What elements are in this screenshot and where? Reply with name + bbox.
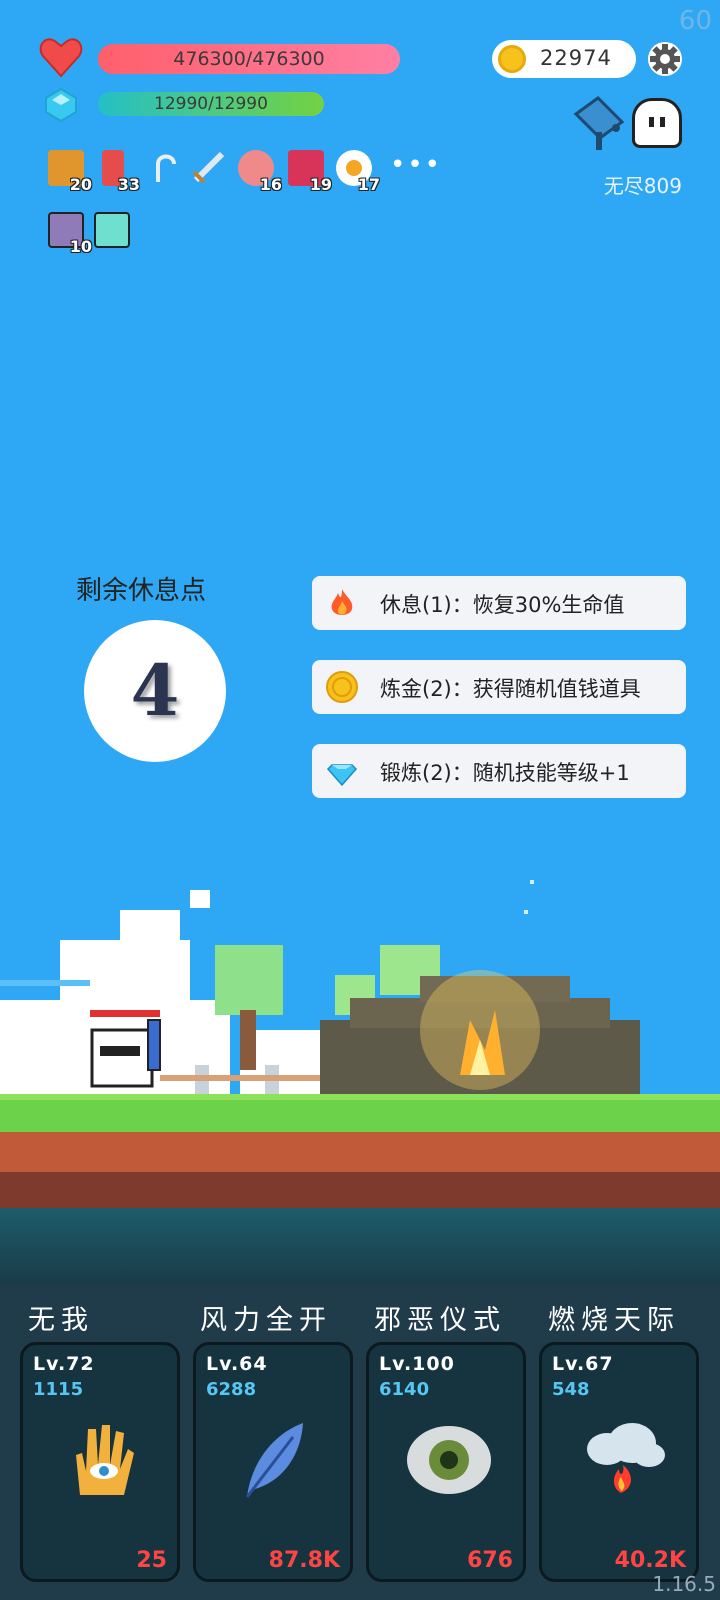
cloud (0, 890, 360, 1100)
hp-bar: 476300/476300 (98, 44, 400, 74)
inventory-count: 19 (309, 175, 332, 194)
option-label: 炼金(2)：获得随机值钱道具 (380, 677, 641, 701)
gear-icon[interactable] (646, 40, 684, 78)
sword-icon (192, 151, 225, 184)
skill-card-wind[interactable]: Lv.64 6288 87.8K (193, 1342, 353, 1582)
hand-eye-icon (76, 1425, 134, 1495)
water (0, 1208, 720, 1284)
skill-level: Lv.67 (552, 1353, 614, 1375)
skill-name: 邪恶仪式 (374, 1305, 506, 1336)
version-label: 1.16.5 (652, 1572, 716, 1596)
skill-name: 无我 (28, 1305, 94, 1336)
gold-coin-icon (498, 45, 526, 73)
grass (0, 1094, 720, 1132)
inventory-item-hook[interactable] (140, 146, 186, 192)
rest-option-rest[interactable]: 休息(1)：恢复30%生命值 (312, 576, 686, 630)
mp-bar: 12990/12990 (98, 92, 324, 116)
inventory-count: 10 (69, 237, 92, 256)
inventory-item-egg[interactable]: 17 (332, 146, 380, 194)
skill-cost: 676 (467, 1548, 513, 1573)
coin-counter: 22974 (492, 40, 636, 78)
dirt-layer (0, 1132, 720, 1172)
rest-option-training[interactable]: 锻炼(2)：随机技能等级+1 (312, 744, 686, 798)
skill-card-ritual[interactable]: Lv.100 6140 676 (366, 1342, 526, 1582)
inventory-item-book[interactable]: 20 (44, 146, 92, 194)
diamond-icon (326, 764, 358, 787)
skill-value: 1115 (33, 1379, 84, 1400)
fire-icon (331, 589, 353, 615)
inventory-count: 17 (357, 175, 380, 194)
fps-counter: 60 (678, 6, 712, 36)
skill-cost: 40.2K (614, 1548, 686, 1573)
endless-mode-label: 无尽809 (603, 174, 682, 198)
gold-coin-icon (326, 671, 358, 703)
rest-points-count: 4 (84, 620, 226, 762)
inventory-item-lightbulb[interactable] (90, 208, 136, 254)
heart-icon (39, 38, 83, 78)
skill-name: 燃烧天际 (548, 1305, 680, 1336)
feather-icon (245, 1423, 303, 1498)
lightbulb-card-icon (94, 212, 130, 248)
skill-level: Lv.100 (379, 1353, 455, 1375)
cloud-fire-icon (587, 1423, 665, 1493)
rest-points-title: 剩余休息点 (76, 576, 207, 606)
inventory-item-sock[interactable]: 33 (92, 146, 140, 194)
inventory-item-meat[interactable]: 16 (234, 146, 282, 194)
inventory-item-jam[interactable]: 19 (284, 146, 332, 194)
skill-value: 6288 (206, 1379, 257, 1400)
rest-option-alchemy[interactable]: 炼金(2)：获得随机值钱道具 (312, 660, 686, 714)
skill-cost: 25 (136, 1548, 167, 1573)
coin-amount: 22974 (540, 46, 612, 70)
flag-icon[interactable] (572, 96, 626, 152)
skill-value: 548 (552, 1379, 590, 1400)
inventory-count: 16 (259, 175, 282, 194)
hook-icon (156, 154, 176, 182)
skill-card-wuwo[interactable]: Lv.72 1115 25 (20, 1342, 180, 1582)
skill-name: 风力全开 (200, 1305, 332, 1336)
option-label: 休息(1)：恢复30%生命值 (380, 593, 625, 617)
inventory-item-sword[interactable] (186, 146, 232, 192)
option-label: 锻炼(2)：随机技能等级+1 (380, 761, 630, 785)
skill-cost: 87.8K (268, 1548, 340, 1573)
inventory-item-scroll[interactable]: 10 (44, 208, 92, 256)
eye-icon (407, 1426, 491, 1494)
mana-gem-icon (45, 88, 77, 122)
skill-card-burning-sky[interactable]: Lv.67 548 40.2K (539, 1342, 699, 1582)
skill-value: 6140 (379, 1379, 430, 1400)
skill-level: Lv.64 (206, 1353, 268, 1375)
dirt-layer-dark (0, 1172, 720, 1208)
campfire (420, 970, 540, 1090)
ghost-icon[interactable] (632, 98, 682, 148)
inventory-count: 20 (69, 175, 92, 194)
inventory-count: 33 (117, 175, 140, 194)
skill-level: Lv.72 (33, 1353, 95, 1375)
more-items-icon[interactable]: ••• (390, 150, 442, 180)
